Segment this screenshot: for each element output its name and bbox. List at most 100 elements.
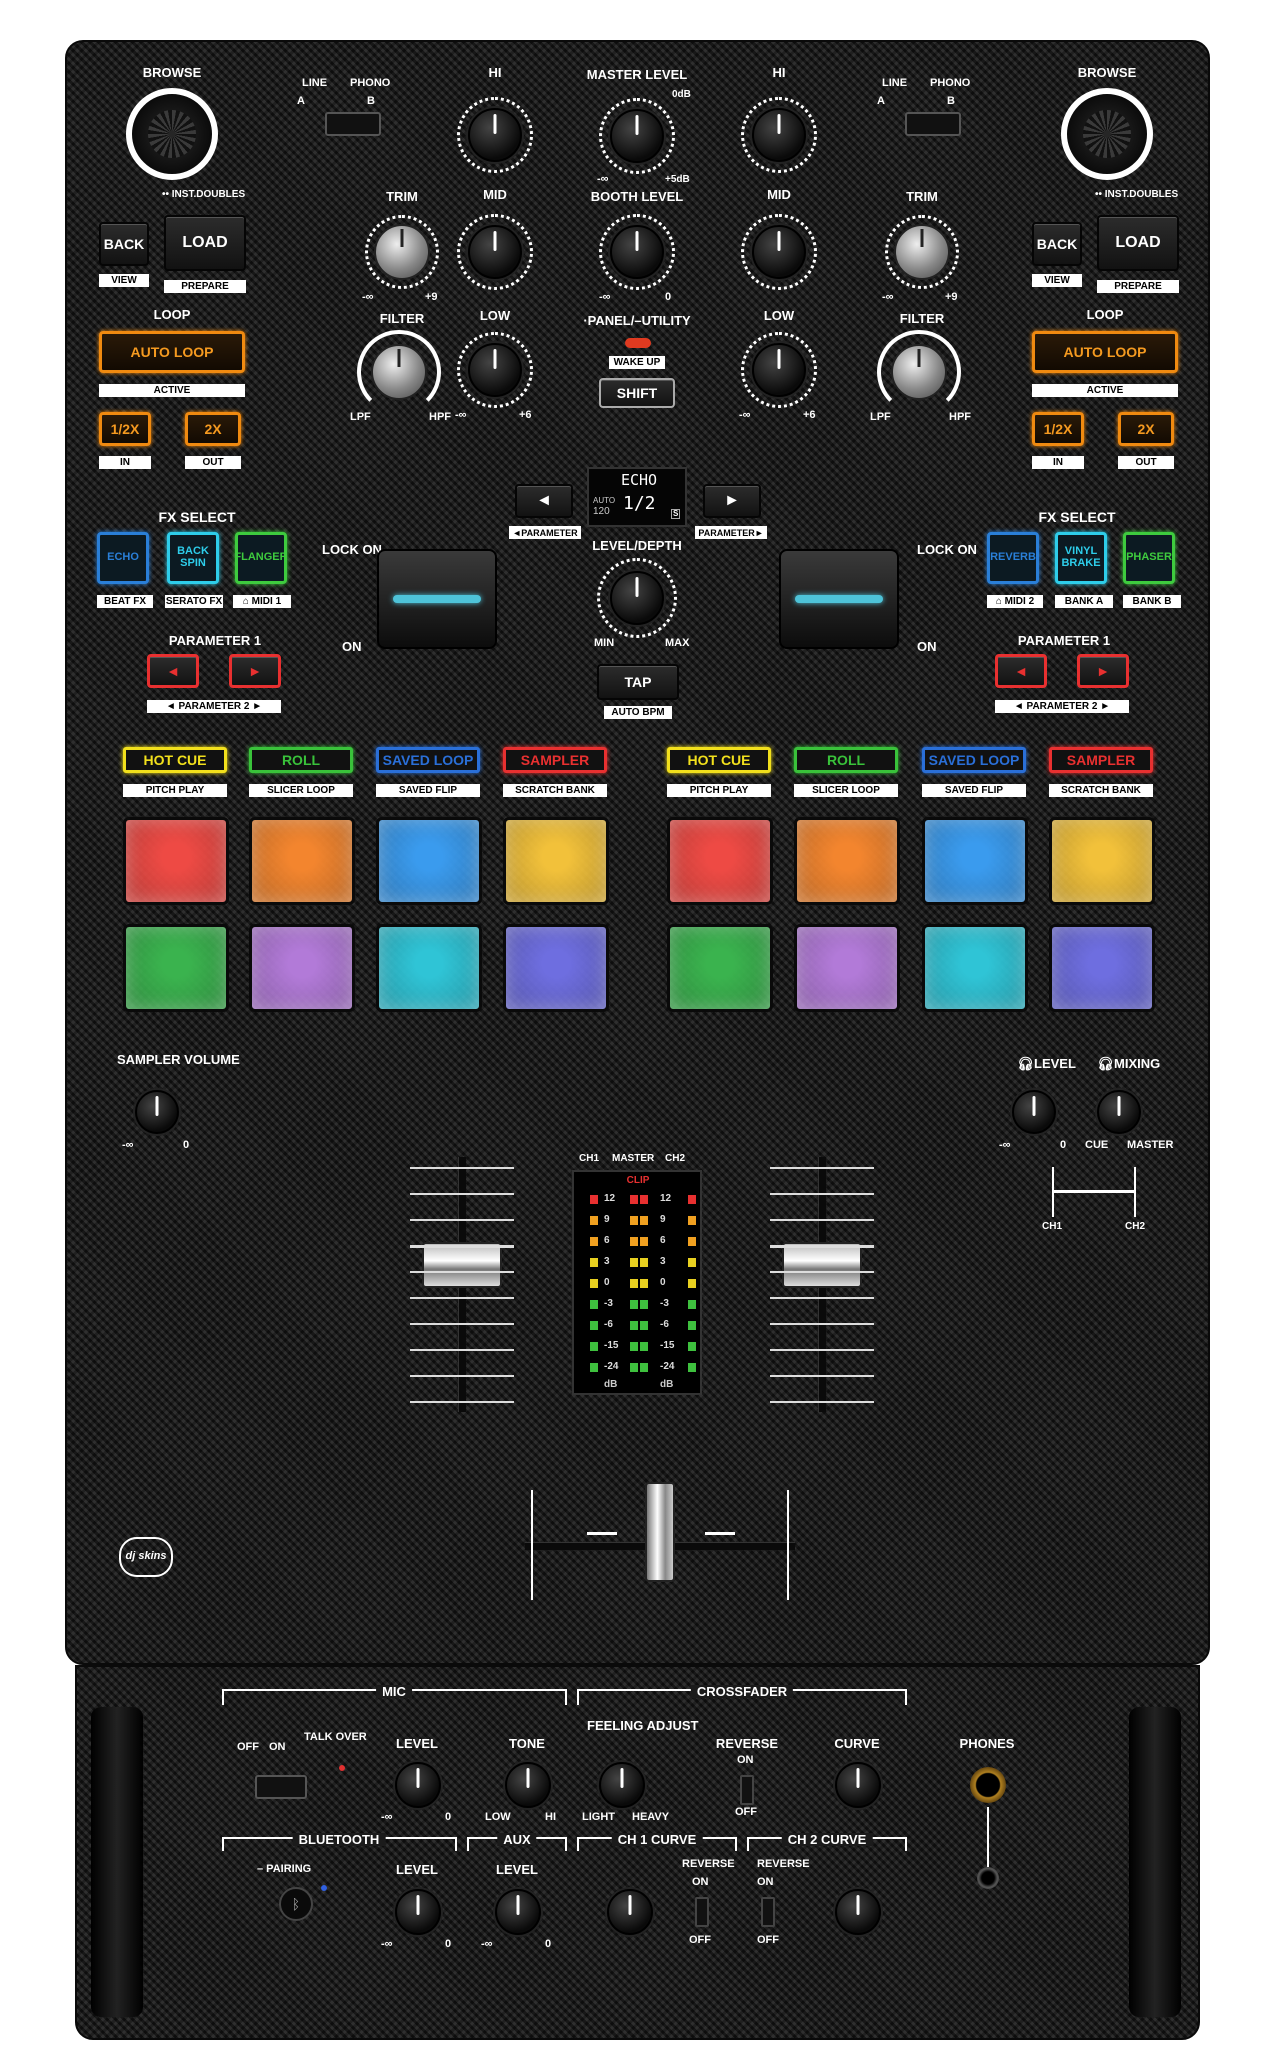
load-button-left[interactable]: LOAD [164,215,246,271]
fx-phaser-button[interactable]: PHASER [1123,532,1175,584]
trim-max-label-ch2: +9 [945,291,958,303]
xf-curve-knob[interactable] [835,1762,881,1808]
pad-mode-button-left[interactable]: SAVED LOOP [376,747,480,773]
trim-knob-ch1[interactable] [374,224,430,280]
performance-pad-left[interactable] [123,924,229,1012]
fx-backspin-button[interactable]: BACK SPIN [167,532,219,584]
performance-pad-right[interactable] [794,817,900,905]
level-meter: CLIP dB dB 12 12 9 9 6 6 3 3 0 0 -3 -3 -6 -6 -15 -15 -24… [572,1170,702,1395]
pad-mode-button-right[interactable]: ROLL [794,747,898,773]
mic-tone-knob[interactable] [505,1762,551,1808]
meter-segment [590,1321,598,1330]
auto-loop-button-left[interactable]: AUTO LOOP [99,331,245,373]
fx-lock-paddle-right[interactable] [779,549,899,649]
performance-pad-left[interactable] [249,924,355,1012]
pad-mode-button-left[interactable]: ROLL [249,747,353,773]
pad-mode-button-left[interactable]: SAMPLER [503,747,607,773]
fx-reverb-button[interactable]: REVERB [987,532,1039,584]
performance-pad-left[interactable] [123,817,229,905]
performance-pad-right[interactable] [922,924,1028,1012]
bt-level-knob[interactable] [395,1889,441,1935]
eq-mid-knob-ch2[interactable] [752,225,806,279]
back-button-left[interactable]: BACK [99,222,149,266]
eq-low-knob-ch1[interactable] [468,343,522,397]
fx-next-button[interactable]: ► [703,484,761,518]
back-button-right[interactable]: BACK [1032,222,1082,266]
performance-pad-right[interactable] [1049,817,1155,905]
input-switch-ch2[interactable] [905,112,961,136]
pad-mode-button-right[interactable]: SAMPLER [1049,747,1153,773]
mic-switch[interactable] [255,1775,307,1799]
param-right-arrow-left[interactable]: ► [229,654,281,688]
panel-utility-button[interactable] [625,338,651,348]
pad-mode-button-right[interactable]: HOT CUE [667,747,771,773]
sampler-volume-knob[interactable] [135,1090,179,1134]
fx-lock-paddle-left[interactable] [377,549,497,649]
ch1-curve-knob[interactable] [607,1889,653,1935]
ch2-curve-knob[interactable] [835,1889,881,1935]
eq-low-knob-ch2[interactable] [752,343,806,397]
phones-level-knob[interactable] [1012,1090,1056,1134]
trim-min-label-ch1: -∞ [362,291,374,303]
channel-fader-ch2[interactable] [782,1242,862,1288]
input-switch-ch1[interactable] [325,112,381,136]
performance-pad-left[interactable] [503,817,609,905]
browse-knob-right[interactable] [1061,88,1153,180]
booth-level-knob[interactable] [610,225,664,279]
eq-hi-knob-ch2[interactable] [752,108,806,162]
phones-jack[interactable] [970,1767,1006,1803]
shift-button[interactable]: SHIFT [599,378,675,408]
feeling-adjust-knob[interactable] [599,1762,645,1808]
fx-prev-button[interactable]: ◄ [515,484,573,518]
tap-button[interactable]: TAP [597,664,679,700]
pad-mode-button-left[interactable]: HOT CUE [123,747,227,773]
loop-double-button-right[interactable]: 2X [1118,412,1174,446]
performance-pad-right[interactable] [667,924,773,1012]
performance-pad-left[interactable] [249,817,355,905]
performance-pad-left[interactable] [503,924,609,1012]
performance-pad-right[interactable] [794,924,900,1012]
performance-pad-right[interactable] [1049,924,1155,1012]
mid-label-ch2: MID [767,187,791,202]
level-depth-knob[interactable] [610,571,664,625]
meter-segment [590,1279,598,1288]
eq-hi-knob-ch1[interactable] [468,108,522,162]
in-label-left: IN [99,456,151,469]
fx-vinyl-brake-button[interactable]: VINYL BRAKE [1055,532,1107,584]
master-level-knob[interactable] [610,109,664,163]
eq-mid-knob-ch1[interactable] [468,225,522,279]
aux-level-knob[interactable] [495,1889,541,1935]
performance-pad-right[interactable] [922,817,1028,905]
loop-half-button-right[interactable]: 1/2X [1032,412,1084,446]
browse-knob-left[interactable] [126,88,218,180]
ch1-reverse-switch[interactable] [695,1897,709,1927]
performance-pad-left[interactable] [376,817,482,905]
meter-segment [590,1363,598,1372]
pad-mode-button-right[interactable]: SAVED LOOP [922,747,1026,773]
xf-reverse-switch[interactable] [740,1775,754,1805]
filter-knob-ch1[interactable] [371,344,427,400]
phones-mini-jack[interactable] [977,1867,999,1889]
ch1-reverse-off: OFF [689,1934,711,1946]
trim-knob-ch2[interactable] [894,224,950,280]
performance-pad-right[interactable] [667,817,773,905]
crossfader[interactable] [645,1482,675,1582]
phones-mixing-knob[interactable] [1097,1090,1141,1134]
filter-knob-ch2[interactable] [891,344,947,400]
mic-level-knob[interactable] [395,1762,441,1808]
performance-pad-left[interactable] [376,924,482,1012]
fx-echo-button[interactable]: ECHO [97,532,149,584]
loop-half-button-left[interactable]: 1/2X [99,412,151,446]
channel-fader-ch1[interactable] [422,1242,502,1288]
ch2-reverse-switch[interactable] [761,1897,775,1927]
fx-flanger-button[interactable]: FLANGER [234,532,288,584]
cue-switch[interactable] [1052,1190,1136,1193]
param-right-arrow-right[interactable]: ► [1077,654,1129,688]
loop-double-button-left[interactable]: 2X [185,412,241,446]
load-button-right[interactable]: LOAD [1097,215,1179,271]
mid-label-ch1: MID [483,187,507,202]
auto-loop-button-right[interactable]: AUTO LOOP [1032,331,1178,373]
param-left-arrow-right[interactable]: ◄ [995,654,1047,688]
bluetooth-pairing-button[interactable]: ᛒ [279,1887,313,1921]
param-left-arrow-left[interactable]: ◄ [147,654,199,688]
